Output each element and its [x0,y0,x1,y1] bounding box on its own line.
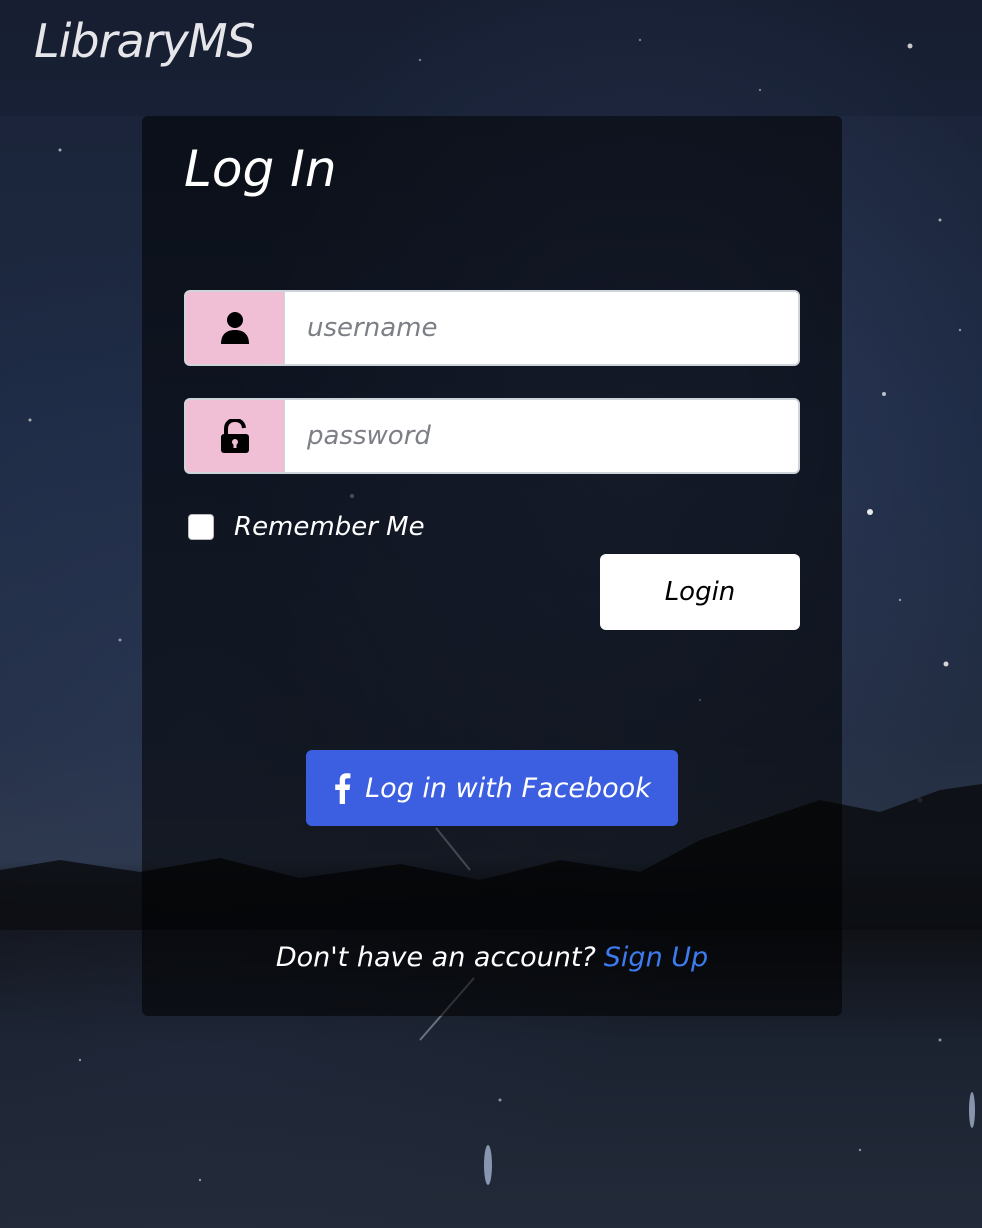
signup-prompt: Don't have an account? Sign Up [142,942,842,973]
facebook-login-button[interactable]: Log in with Facebook [306,750,678,826]
top-navbar: LibraryMS [0,0,982,116]
username-group [184,290,800,366]
page-title: Log In [184,140,337,198]
username-input[interactable] [285,292,798,364]
signup-prompt-text: Don't have an account? [275,942,596,973]
password-group [184,398,800,474]
remember-me-row: Remember Me [188,512,425,542]
brand-logo[interactable]: LibraryMS [34,14,256,68]
password-addon [186,400,285,472]
user-icon [221,312,249,344]
username-addon [186,292,285,364]
remember-me-checkbox[interactable] [188,514,214,540]
login-card: Log In Remember Me Login Log i [142,116,842,1016]
password-input[interactable] [285,400,798,472]
login-button[interactable]: Login [600,554,800,630]
remember-me-label: Remember Me [234,512,425,542]
signup-link[interactable]: Sign Up [604,942,708,973]
facebook-login-label: Log in with Facebook [365,772,651,804]
unlock-icon [221,419,249,453]
facebook-icon [335,773,351,804]
